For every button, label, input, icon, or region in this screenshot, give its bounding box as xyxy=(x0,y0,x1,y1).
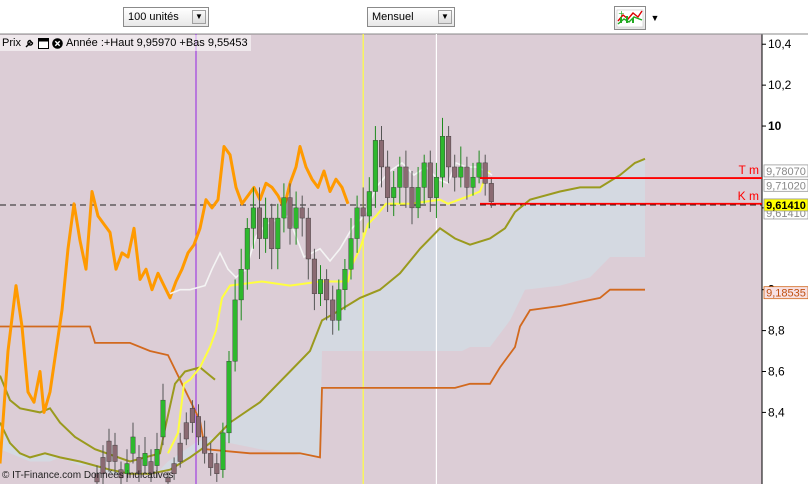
price-label-text: 9,78070 xyxy=(766,166,806,178)
candle-body xyxy=(299,207,305,219)
chart-toolbar: 100 unités ▼ Mensuel ▼ + ▼ xyxy=(0,0,760,34)
candle-body xyxy=(154,449,160,466)
candle-body xyxy=(360,207,366,217)
candle-body xyxy=(232,299,238,362)
candle-body xyxy=(293,207,299,229)
last-price-label: 9,61410 xyxy=(763,198,808,212)
last-price-text: 9,61410 xyxy=(766,200,806,212)
chart-legend: Prix Année :+Haut 9,95970 +Bas 9,55453 xyxy=(0,35,251,51)
y-tick-label: 10 xyxy=(768,119,782,133)
candle-body xyxy=(488,183,494,202)
candle-body xyxy=(433,176,439,198)
close-icon[interactable] xyxy=(52,37,63,49)
period-select[interactable]: Mensuel ▼ xyxy=(367,7,455,27)
price-chart: T mK m10,410,2109,498,88,68,49,780709,71… xyxy=(0,0,808,484)
candle-body xyxy=(336,289,342,321)
candle-body xyxy=(250,207,256,229)
candle-body xyxy=(238,269,244,301)
indicators-button[interactable]: + xyxy=(614,6,646,30)
candle-body xyxy=(464,166,470,188)
candle-body xyxy=(476,162,482,178)
candle-body xyxy=(403,166,409,188)
candle-body xyxy=(208,453,214,468)
candle-body xyxy=(281,197,287,219)
candle-body xyxy=(440,136,446,178)
y-tick-label: 10,4 xyxy=(768,37,792,51)
candle-body xyxy=(458,166,464,178)
y-tick-label: 8,8 xyxy=(768,324,785,338)
candle-body xyxy=(183,422,189,440)
candle-body xyxy=(318,279,324,294)
chevron-down-icon[interactable]: ▼ xyxy=(192,10,206,24)
candle-body xyxy=(324,279,330,301)
candle-body xyxy=(160,399,166,438)
candle-body xyxy=(342,269,348,290)
legend-label: Prix xyxy=(2,37,21,49)
chevron-down-icon[interactable]: ▼ xyxy=(438,10,452,24)
candle-body xyxy=(177,442,183,462)
candle-body xyxy=(269,217,275,249)
candle-body xyxy=(263,217,269,239)
indicator-chart-icon: + xyxy=(616,9,644,28)
candle-body xyxy=(446,136,452,168)
candle-body xyxy=(372,140,378,192)
level-label: T m xyxy=(739,163,759,177)
candle-body xyxy=(391,187,397,198)
price-label-text: 9,71020 xyxy=(766,180,806,192)
wrench-icon[interactable] xyxy=(24,38,35,49)
y-tick-label: 8,4 xyxy=(768,405,785,419)
price-label: 9,78070 xyxy=(763,164,808,178)
candle-body xyxy=(189,408,195,423)
period-select-value: Mensuel xyxy=(372,11,414,23)
candle-body xyxy=(421,162,427,188)
candle-body xyxy=(226,361,232,434)
svg-text:+: + xyxy=(618,9,625,18)
candle-body xyxy=(257,207,263,239)
candle-body xyxy=(142,453,148,466)
price-label: 9,18535 xyxy=(763,286,808,300)
chevron-down-icon[interactable]: ▼ xyxy=(648,8,662,28)
units-select[interactable]: 100 unités ▼ xyxy=(123,7,209,27)
candle-body xyxy=(202,436,208,454)
candle-body xyxy=(130,436,136,454)
candle-body xyxy=(311,258,317,294)
candle-body xyxy=(214,463,220,474)
candle-body xyxy=(287,197,293,229)
candle-body xyxy=(275,217,281,249)
level-label: K m xyxy=(738,189,759,203)
units-select-value: 100 unités xyxy=(128,11,179,23)
candle-body xyxy=(244,228,250,270)
candle-body xyxy=(385,166,391,198)
candle-body xyxy=(482,162,488,184)
candle-body xyxy=(112,444,118,462)
candle-body xyxy=(366,191,372,217)
window-icon[interactable] xyxy=(37,37,49,49)
y-tick-label: 8,6 xyxy=(768,365,785,379)
candle-body xyxy=(415,187,421,209)
candle-body xyxy=(195,416,201,438)
price-label: 9,71020 xyxy=(763,178,808,192)
candle-body xyxy=(348,238,354,270)
data-source-footer: © IT-Finance.com Données indicatives xyxy=(2,470,174,481)
candle-body xyxy=(354,207,360,239)
candle-body xyxy=(106,440,112,462)
candle-body xyxy=(409,187,415,209)
y-tick-label: 10,2 xyxy=(768,78,792,92)
price-label-text: 9,18535 xyxy=(766,288,806,300)
candle xyxy=(226,351,232,444)
candle-body xyxy=(330,299,336,321)
candle-body xyxy=(470,176,476,188)
legend-text: Année :+Haut 9,95970 +Bas 9,55453 xyxy=(65,37,248,49)
candle-body xyxy=(379,140,385,168)
candle-body xyxy=(397,166,403,188)
candle-body xyxy=(305,217,311,260)
candle-body xyxy=(427,162,433,198)
candle-body xyxy=(220,432,226,470)
candle-body xyxy=(452,166,458,178)
